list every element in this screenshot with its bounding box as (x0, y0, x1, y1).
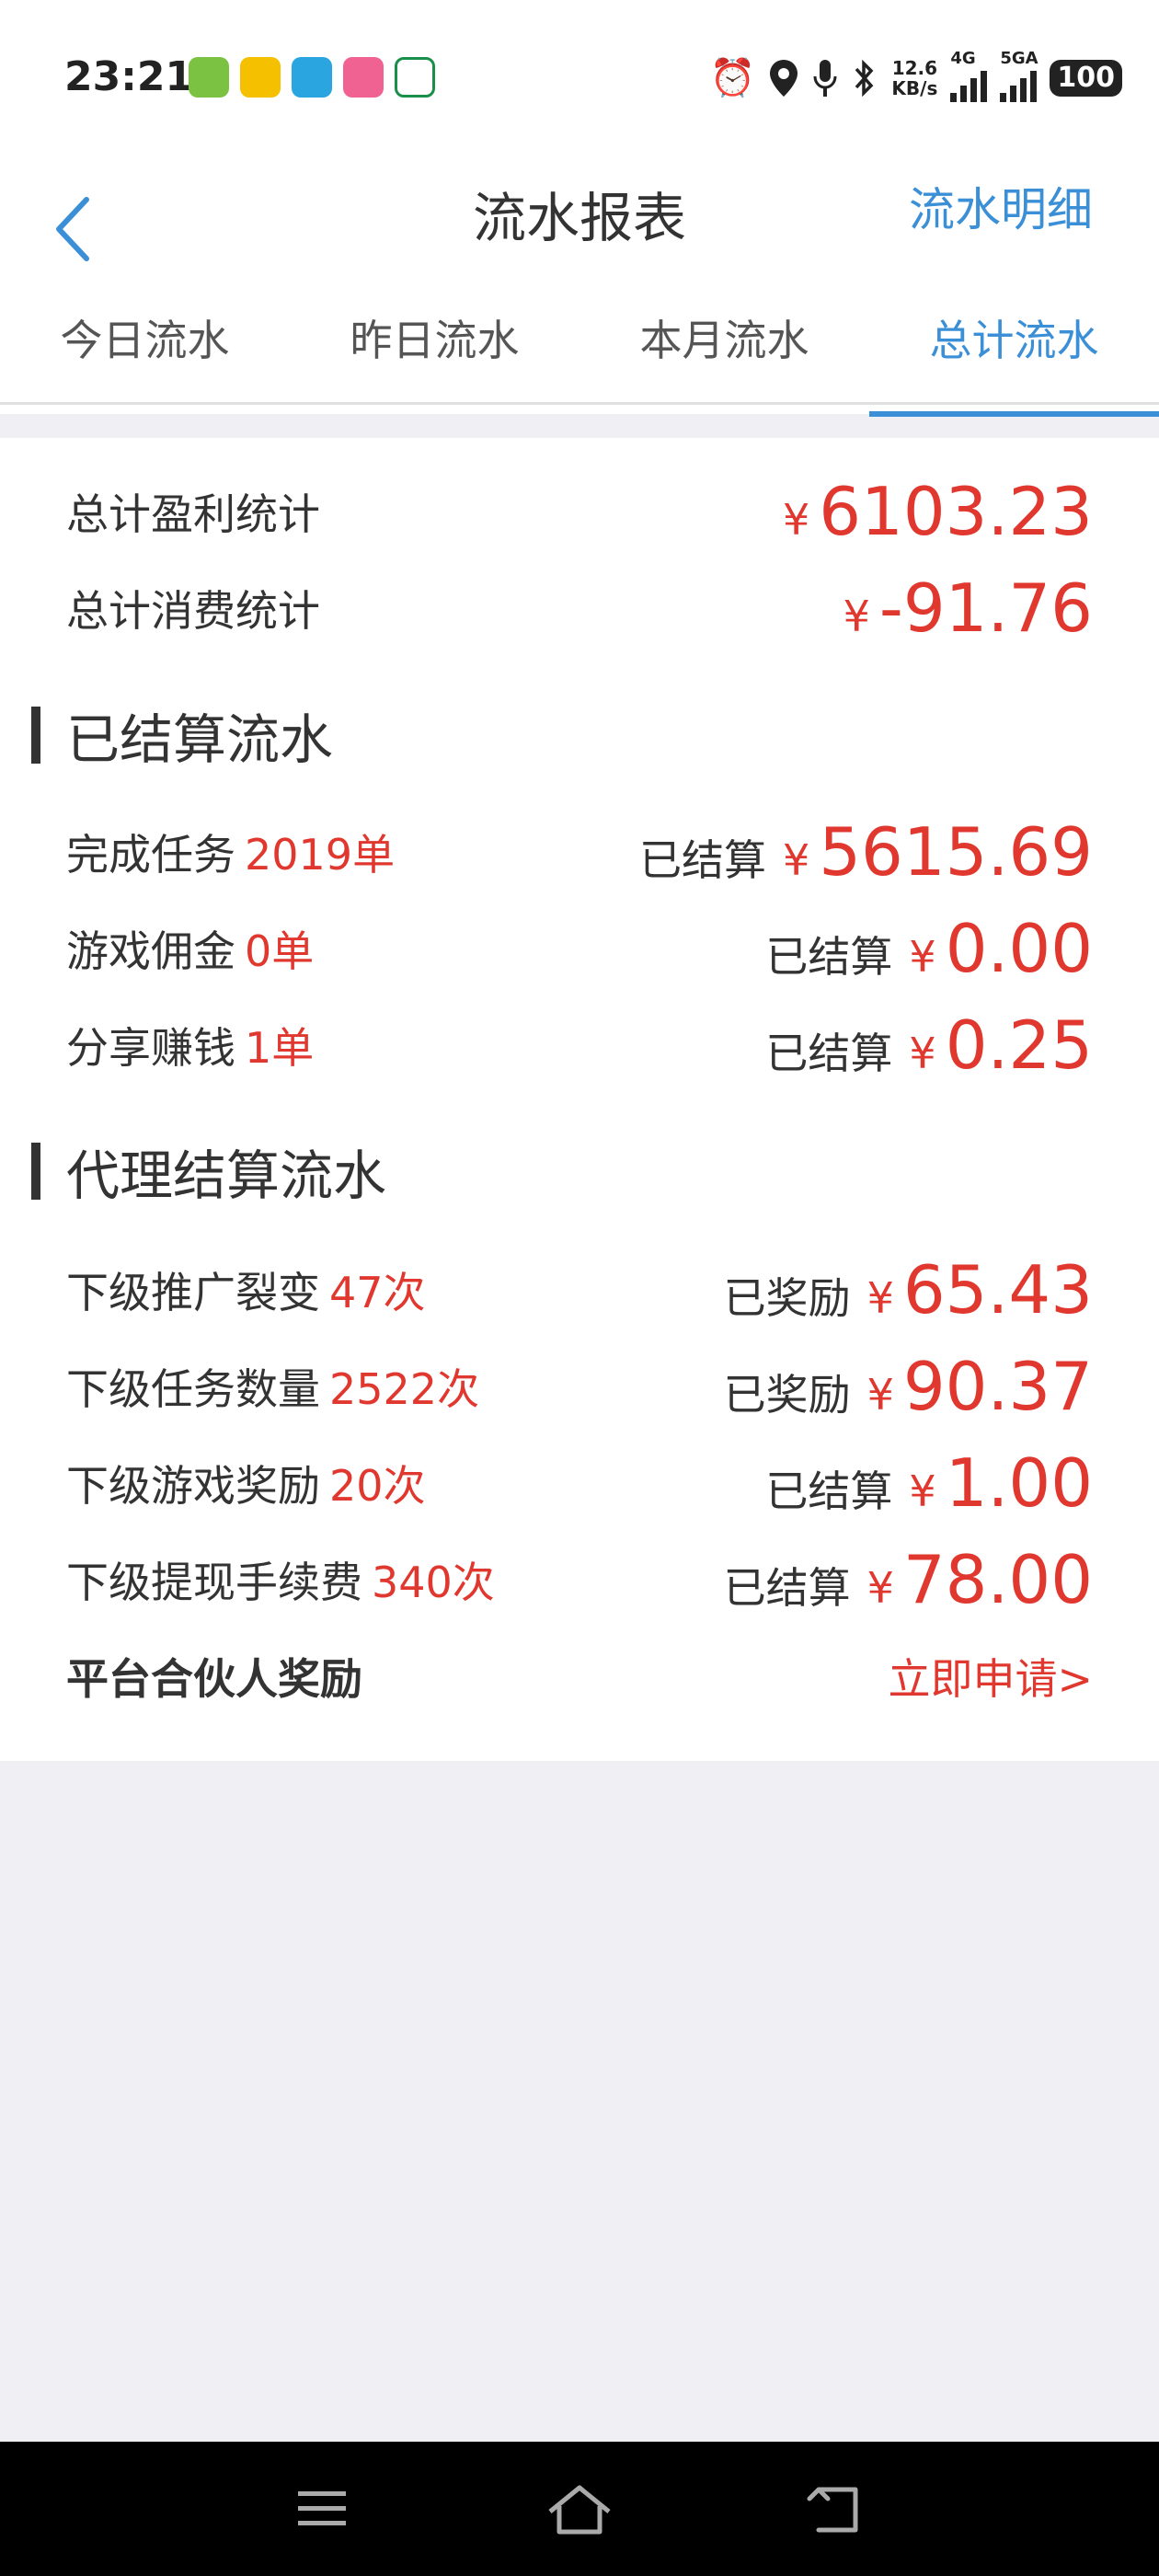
row-count: 2522次 (329, 1364, 480, 1414)
summary-spend-row: 总计消费统计 ¥ -91.76 (66, 562, 1093, 654)
tabs-divider (0, 402, 1159, 405)
summary-profit-row: 总计盈利统计 ¥ 6103.23 (66, 466, 1093, 558)
bluetooth-icon (855, 59, 874, 98)
menu-icon[interactable] (285, 2477, 359, 2541)
row-label: 下级任务数量 (66, 1364, 320, 1414)
row-label: 下级游戏奖励 (66, 1461, 320, 1511)
row-count: 47次 (329, 1268, 426, 1317)
apply-now-link[interactable]: 立即申请> (888, 1646, 1093, 1707)
section-marker (31, 707, 40, 764)
currency-symbol: ¥ (843, 592, 870, 641)
row-count: 2019单 (245, 830, 396, 880)
row-amount: 0.25 (945, 1006, 1093, 1084)
currency-symbol: ¥ (909, 1466, 936, 1516)
app-notification-icon (189, 57, 229, 98)
currency-symbol: ¥ (782, 495, 810, 545)
microphone-icon (813, 60, 837, 97)
app-notification-icon (240, 57, 281, 98)
agent-row: 下级提现手续费 340次 已结算 ¥ 78.00 (66, 1534, 1093, 1626)
row-status: 已奖励 (723, 1370, 851, 1420)
agent-row: 下级推广裂变 47次 已奖励 ¥ 65.43 (66, 1244, 1093, 1336)
row-label: 分享赚钱 (66, 1023, 235, 1073)
agent-section-header: 代理结算流水 (31, 1130, 386, 1213)
profit-label: 总计盈利统计 (66, 489, 320, 539)
row-count: 0单 (245, 926, 315, 976)
system-icons: ⏰ 12.6 KB/s 4G 5GA 100 (709, 49, 1122, 103)
settled-row: 游戏佣金 0单 已结算 ¥ 0.00 (66, 903, 1093, 995)
spend-value: -91.76 (878, 569, 1093, 647)
report-card: 总计盈利统计 ¥ 6103.23 总计消费统计 ¥ -91.76 已结算流水 完… (0, 438, 1159, 1761)
row-status: 已结算 (765, 932, 893, 982)
partner-reward-label: 平台合伙人奖励 (66, 1654, 362, 1704)
row-status: 已结算 (723, 1563, 851, 1613)
currency-symbol: ¥ (866, 1273, 894, 1323)
currency-symbol: ¥ (782, 835, 810, 885)
settled-row: 完成任务 2019单 已结算 ¥ 5615.69 (66, 806, 1093, 898)
currency-symbol: ¥ (909, 1029, 936, 1078)
app-notification-icon (343, 57, 384, 98)
partner-reward-row: 平台合伙人奖励 立即申请> (66, 1630, 1093, 1722)
signal-4g-icon: 4G (950, 49, 988, 102)
row-amount: 90.37 (902, 1348, 1093, 1425)
row-label: 下级推广裂变 (66, 1268, 320, 1317)
tab-bar: 今日流水 昨日流水 本月流水 总计流水 (0, 304, 1159, 417)
network-speed: 12.6 KB/s (891, 57, 938, 99)
row-amount: 0.00 (945, 910, 1093, 987)
row-count: 340次 (372, 1558, 495, 1607)
agent-row: 下级游戏奖励 20次 已结算 ¥ 1.00 (66, 1437, 1093, 1529)
tab-today[interactable]: 今日流水 (0, 304, 290, 414)
row-label: 下级提现手续费 (66, 1558, 362, 1607)
row-amount: 1.00 (945, 1444, 1093, 1522)
row-status: 已结算 (765, 1466, 893, 1516)
currency-symbol: ¥ (866, 1563, 894, 1613)
alarm-icon: ⏰ (709, 57, 756, 99)
row-label: 完成任务 (66, 830, 235, 880)
row-amount: 78.00 (902, 1541, 1093, 1618)
row-count: 20次 (329, 1461, 426, 1511)
profit-value: 6103.23 (819, 473, 1093, 550)
row-status: 已结算 (638, 835, 766, 885)
row-label: 游戏佣金 (66, 926, 235, 976)
row-status: 已奖励 (723, 1273, 851, 1323)
tab-total[interactable]: 总计流水 (869, 304, 1159, 417)
tab-yesterday[interactable]: 昨日流水 (290, 304, 580, 414)
home-icon[interactable] (543, 2477, 616, 2541)
agent-row: 下级任务数量 2522次 已奖励 ¥ 90.37 (66, 1340, 1093, 1432)
row-amount: 65.43 (902, 1251, 1093, 1328)
section-title: 代理结算流水 (66, 1144, 387, 1207)
row-count: 1单 (245, 1023, 315, 1073)
spend-label: 总计消费统计 (66, 586, 320, 636)
app-notification-icon (292, 57, 332, 98)
notification-icons (189, 57, 435, 101)
app-notification-icon (395, 57, 435, 98)
location-icon (770, 60, 798, 97)
system-nav-bar (0, 2442, 1159, 2576)
section-marker (31, 1143, 40, 1200)
row-status: 已结算 (765, 1029, 893, 1078)
detail-link[interactable]: 流水明细 (909, 173, 1093, 239)
tab-month[interactable]: 本月流水 (580, 304, 869, 414)
currency-symbol: ¥ (866, 1370, 894, 1420)
section-title: 已结算流水 (66, 708, 334, 771)
settled-section-header: 已结算流水 (31, 694, 333, 776)
row-amount: 5615.69 (819, 813, 1093, 891)
status-time: 23:21 (64, 53, 194, 100)
currency-symbol: ¥ (909, 932, 936, 982)
back-icon[interactable] (800, 2477, 874, 2541)
status-bar: 23:21 ⏰ 12.6 KB/s 4G 5GA 100 (0, 0, 1159, 147)
battery-icon: 100 (1050, 60, 1122, 97)
signal-5ga-icon: 5GA (1000, 49, 1039, 102)
app-header: 流水报表 流水明细 今日流水 昨日流水 本月流水 总计流水 (0, 147, 1159, 417)
settled-row: 分享赚钱 1单 已结算 ¥ 0.25 (66, 999, 1093, 1091)
